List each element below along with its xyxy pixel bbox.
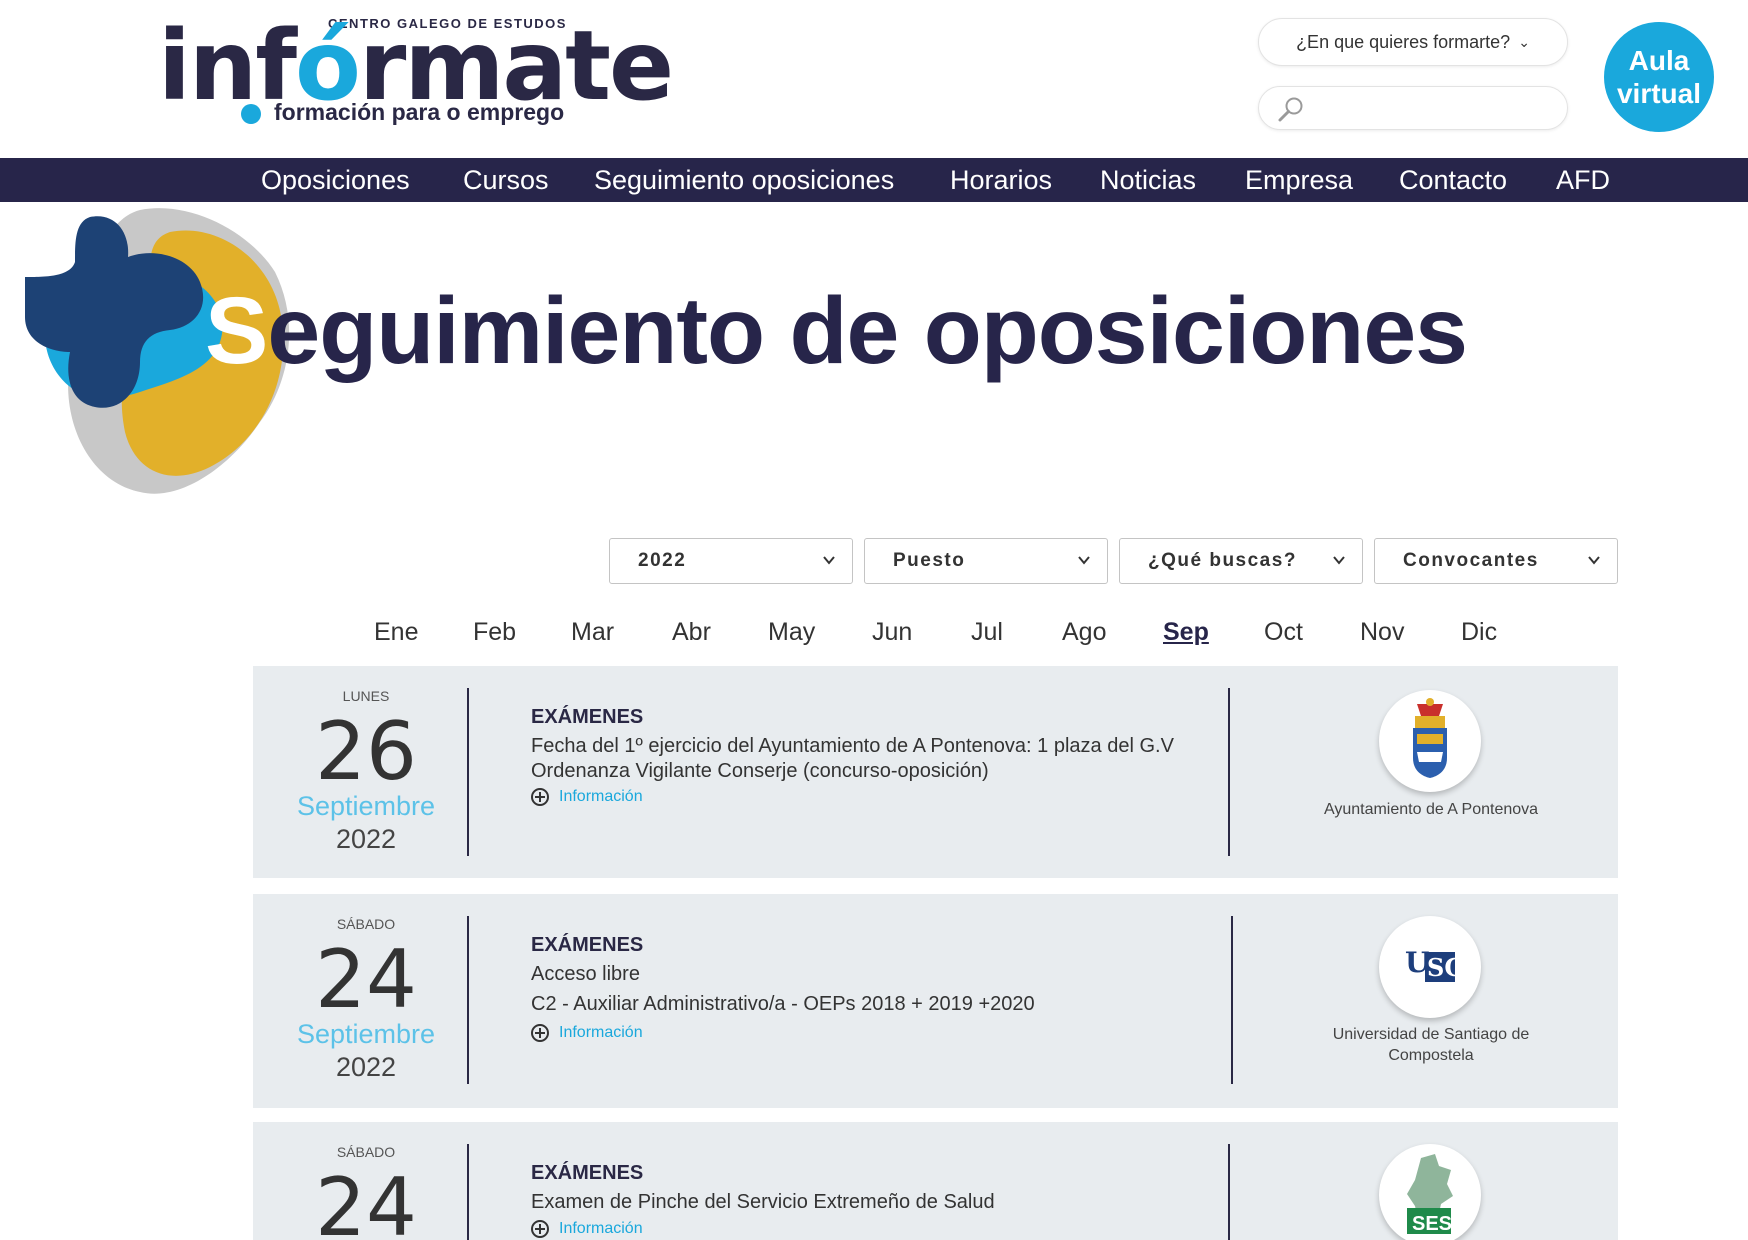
plus-circle-icon [531,1220,549,1238]
info-link-label: Información [559,1220,643,1237]
event-organizer-line2: Compostela [1388,1047,1474,1064]
logo-subtitle: formación para o emprego [274,99,565,125]
page-title: Seguimiento de oposiciones [205,278,1468,384]
event-organizer: Ayuntamiento de A Pontenova [1323,801,1539,818]
chevron-down-icon [1078,556,1090,565]
ses-logo-icon[interactable]: SES [1379,1144,1481,1240]
event-description-line1: Acceso libre [531,963,640,985]
event-card: SÁBADO 24 Septiembre 2022 EXÁMENES Acces… [253,894,1618,1108]
divider [467,1144,469,1240]
event-month: Septiembre [296,791,436,821]
filter-year-select[interactable]: 2022 [609,538,853,584]
event-description-line1: Examen de Pinche del Servicio Extremeño … [531,1191,995,1213]
chevron-down-icon [1588,556,1600,565]
event-day-name: SÁBADO [336,1144,396,1160]
event-year: 2022 [335,1052,397,1082]
event-description-line2: C2 - Auxiliar Administrativo/a - OEPs 20… [531,993,1035,1015]
search-input[interactable] [1311,95,1551,123]
aula-virtual-line2: virtual [1616,78,1702,109]
month-tab-dic[interactable]: Dic [1461,618,1497,647]
filter-puesto-label: Puesto [893,550,966,571]
month-tab-nov[interactable]: Nov [1360,618,1404,647]
svg-text:SC: SC [1427,953,1463,982]
event-category: EXÁMENES [531,706,644,728]
search-box[interactable] [1258,86,1568,130]
month-tab-ene[interactable]: Ene [374,618,418,647]
divider [467,688,469,856]
nav-item-horarios[interactable]: Horarios [950,158,1052,202]
event-day-name: LUNES [342,688,390,704]
info-link[interactable]: Información [531,788,643,806]
event-description-line2: Ordenanza Vigilante Conserje (concurso-o… [531,760,989,782]
event-category: EXÁMENES [531,934,644,956]
event-organizer-line1: Universidad de Santiago de [1332,1026,1530,1043]
month-tab-mar[interactable]: Mar [571,618,614,647]
chevron-down-icon [1333,556,1345,565]
filter-year-label: 2022 [638,550,687,571]
event-category: EXÁMENES [531,1162,644,1184]
month-tab-feb[interactable]: Feb [473,618,516,647]
info-link[interactable]: Información [531,1024,643,1042]
divider [467,916,469,1084]
chevron-down-icon: ⌄ [1518,33,1530,50]
site-header: CENTRO GALEGO DE ESTUDOS infórmate forma… [0,0,1748,158]
logo-dot-icon [241,104,261,124]
plus-circle-icon [531,1024,549,1042]
informate-logo[interactable]: CENTRO GALEGO DE ESTUDOS infórmate forma… [158,14,674,132]
chevron-down-icon [823,556,835,565]
nav-item-contacto[interactable]: Contacto [1399,158,1507,202]
event-day-number: 24 [315,933,417,1026]
month-tab-jun[interactable]: Jun [872,618,912,647]
event-description-line1: Fecha del 1º ejercicio del Ayuntamiento … [531,735,1174,757]
filter-que-buscas-select[interactable]: ¿Qué buscas? [1119,538,1363,584]
event-card: LUNES 26 Septiembre 2022 EXÁMENES Fecha … [253,666,1618,878]
plus-circle-icon [531,788,549,806]
nav-item-cursos[interactable]: Cursos [463,158,549,202]
aula-virtual-button[interactable]: Aula virtual [1604,22,1714,132]
aula-virtual-line1: Aula [1628,45,1690,76]
info-link[interactable]: Información [531,1220,643,1238]
nav-item-noticias[interactable]: Noticias [1100,158,1196,202]
formarte-dropdown-label: ¿En que quieres formarte? [1296,31,1511,52]
event-month: Septiembre [296,1019,436,1049]
event-day-number: 26 [315,705,417,798]
month-tab-may[interactable]: May [768,618,815,647]
search-icon[interactable] [1275,95,1305,123]
nav-item-oposiciones[interactable]: Oposiciones [261,158,410,202]
info-link-label: Información [559,788,643,805]
month-tab-jul[interactable]: Jul [971,618,1003,647]
filter-convocantes-select[interactable]: Convocantes [1374,538,1618,584]
divider [1228,1144,1230,1240]
month-tab-ago[interactable]: Ago [1062,618,1106,647]
filter-que-buscas-label: ¿Qué buscas? [1148,550,1297,571]
svg-text:SES: SES [1412,1213,1452,1235]
usc-logo-icon[interactable]: U SC [1379,916,1481,1018]
event-year: 2022 [335,824,397,854]
event-day-name: SÁBADO [336,916,396,932]
nav-item-seguimiento-oposiciones[interactable]: Seguimiento oposiciones [594,158,894,202]
event-card: SÁBADO 24 EXÁMENES Examen de Pinche del … [253,1122,1618,1240]
hero-section: Seguimiento de oposiciones [0,202,1748,502]
coat-of-arms-icon[interactable] [1379,690,1481,792]
nav-item-afd[interactable]: AFD [1556,158,1610,202]
divider [1231,916,1233,1084]
formarte-dropdown[interactable]: ¿En que quieres formarte? ⌄ [1258,18,1568,66]
filter-puesto-select[interactable]: Puesto [864,538,1108,584]
filter-convocantes-label: Convocantes [1403,550,1539,571]
month-tab-sep[interactable]: Sep [1163,618,1209,647]
main-nav: Oposiciones Cursos Seguimiento oposicion… [0,158,1748,202]
event-day-number: 24 [315,1161,417,1240]
divider [1228,688,1230,856]
info-link-label: Información [559,1024,643,1041]
month-tab-oct[interactable]: Oct [1264,618,1303,647]
month-tab-abr[interactable]: Abr [672,618,711,647]
nav-item-empresa[interactable]: Empresa [1245,158,1353,202]
